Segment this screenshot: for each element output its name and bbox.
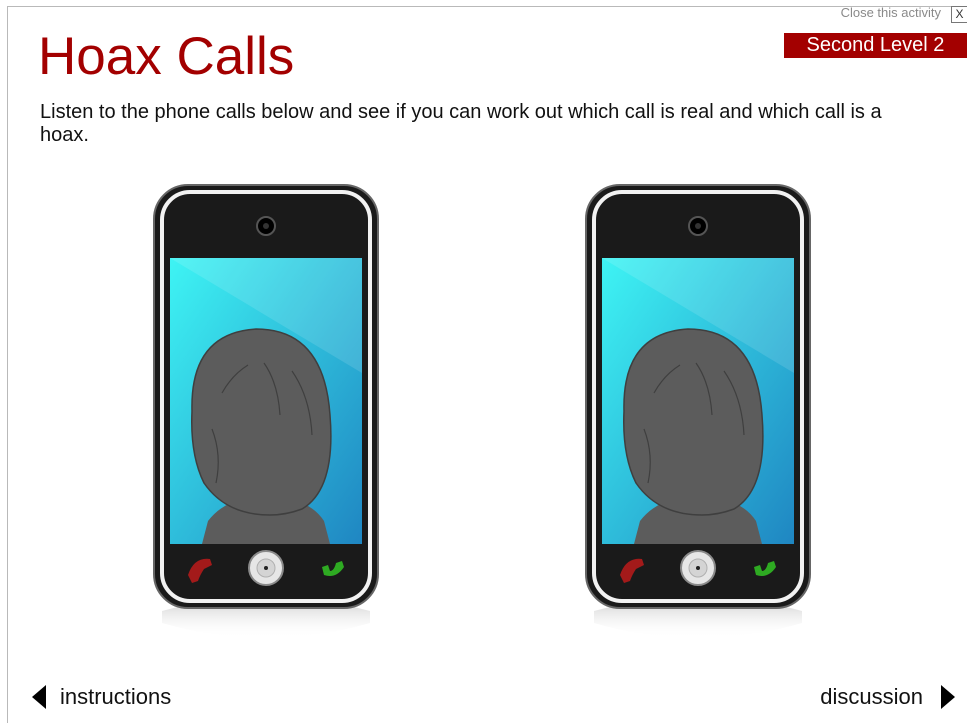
discussion-nav-label: discussion: [820, 684, 923, 709]
close-activity-link[interactable]: Close this activity: [841, 5, 941, 20]
phone-call-2[interactable]: [584, 183, 812, 651]
phone-illustration: [153, 184, 379, 638]
level-badge: Second Level 2: [784, 33, 967, 58]
instructions-text: Listen to the phone calls below and see …: [40, 101, 882, 146]
page-title: Hoax Calls: [38, 27, 295, 86]
instructions-nav-label: instructions: [60, 684, 172, 709]
phone-illustration: [585, 184, 811, 638]
phone-call-1[interactable]: [152, 183, 380, 651]
close-icon[interactable]: X: [951, 6, 967, 23]
home-button-icon[interactable]: [680, 550, 716, 586]
triangle-left-icon: [32, 685, 46, 709]
instructions-nav-button[interactable]: instructions: [32, 684, 171, 710]
discussion-nav-button[interactable]: discussion: [820, 684, 955, 710]
home-button-icon[interactable]: [248, 550, 284, 586]
triangle-right-icon: [941, 685, 955, 709]
